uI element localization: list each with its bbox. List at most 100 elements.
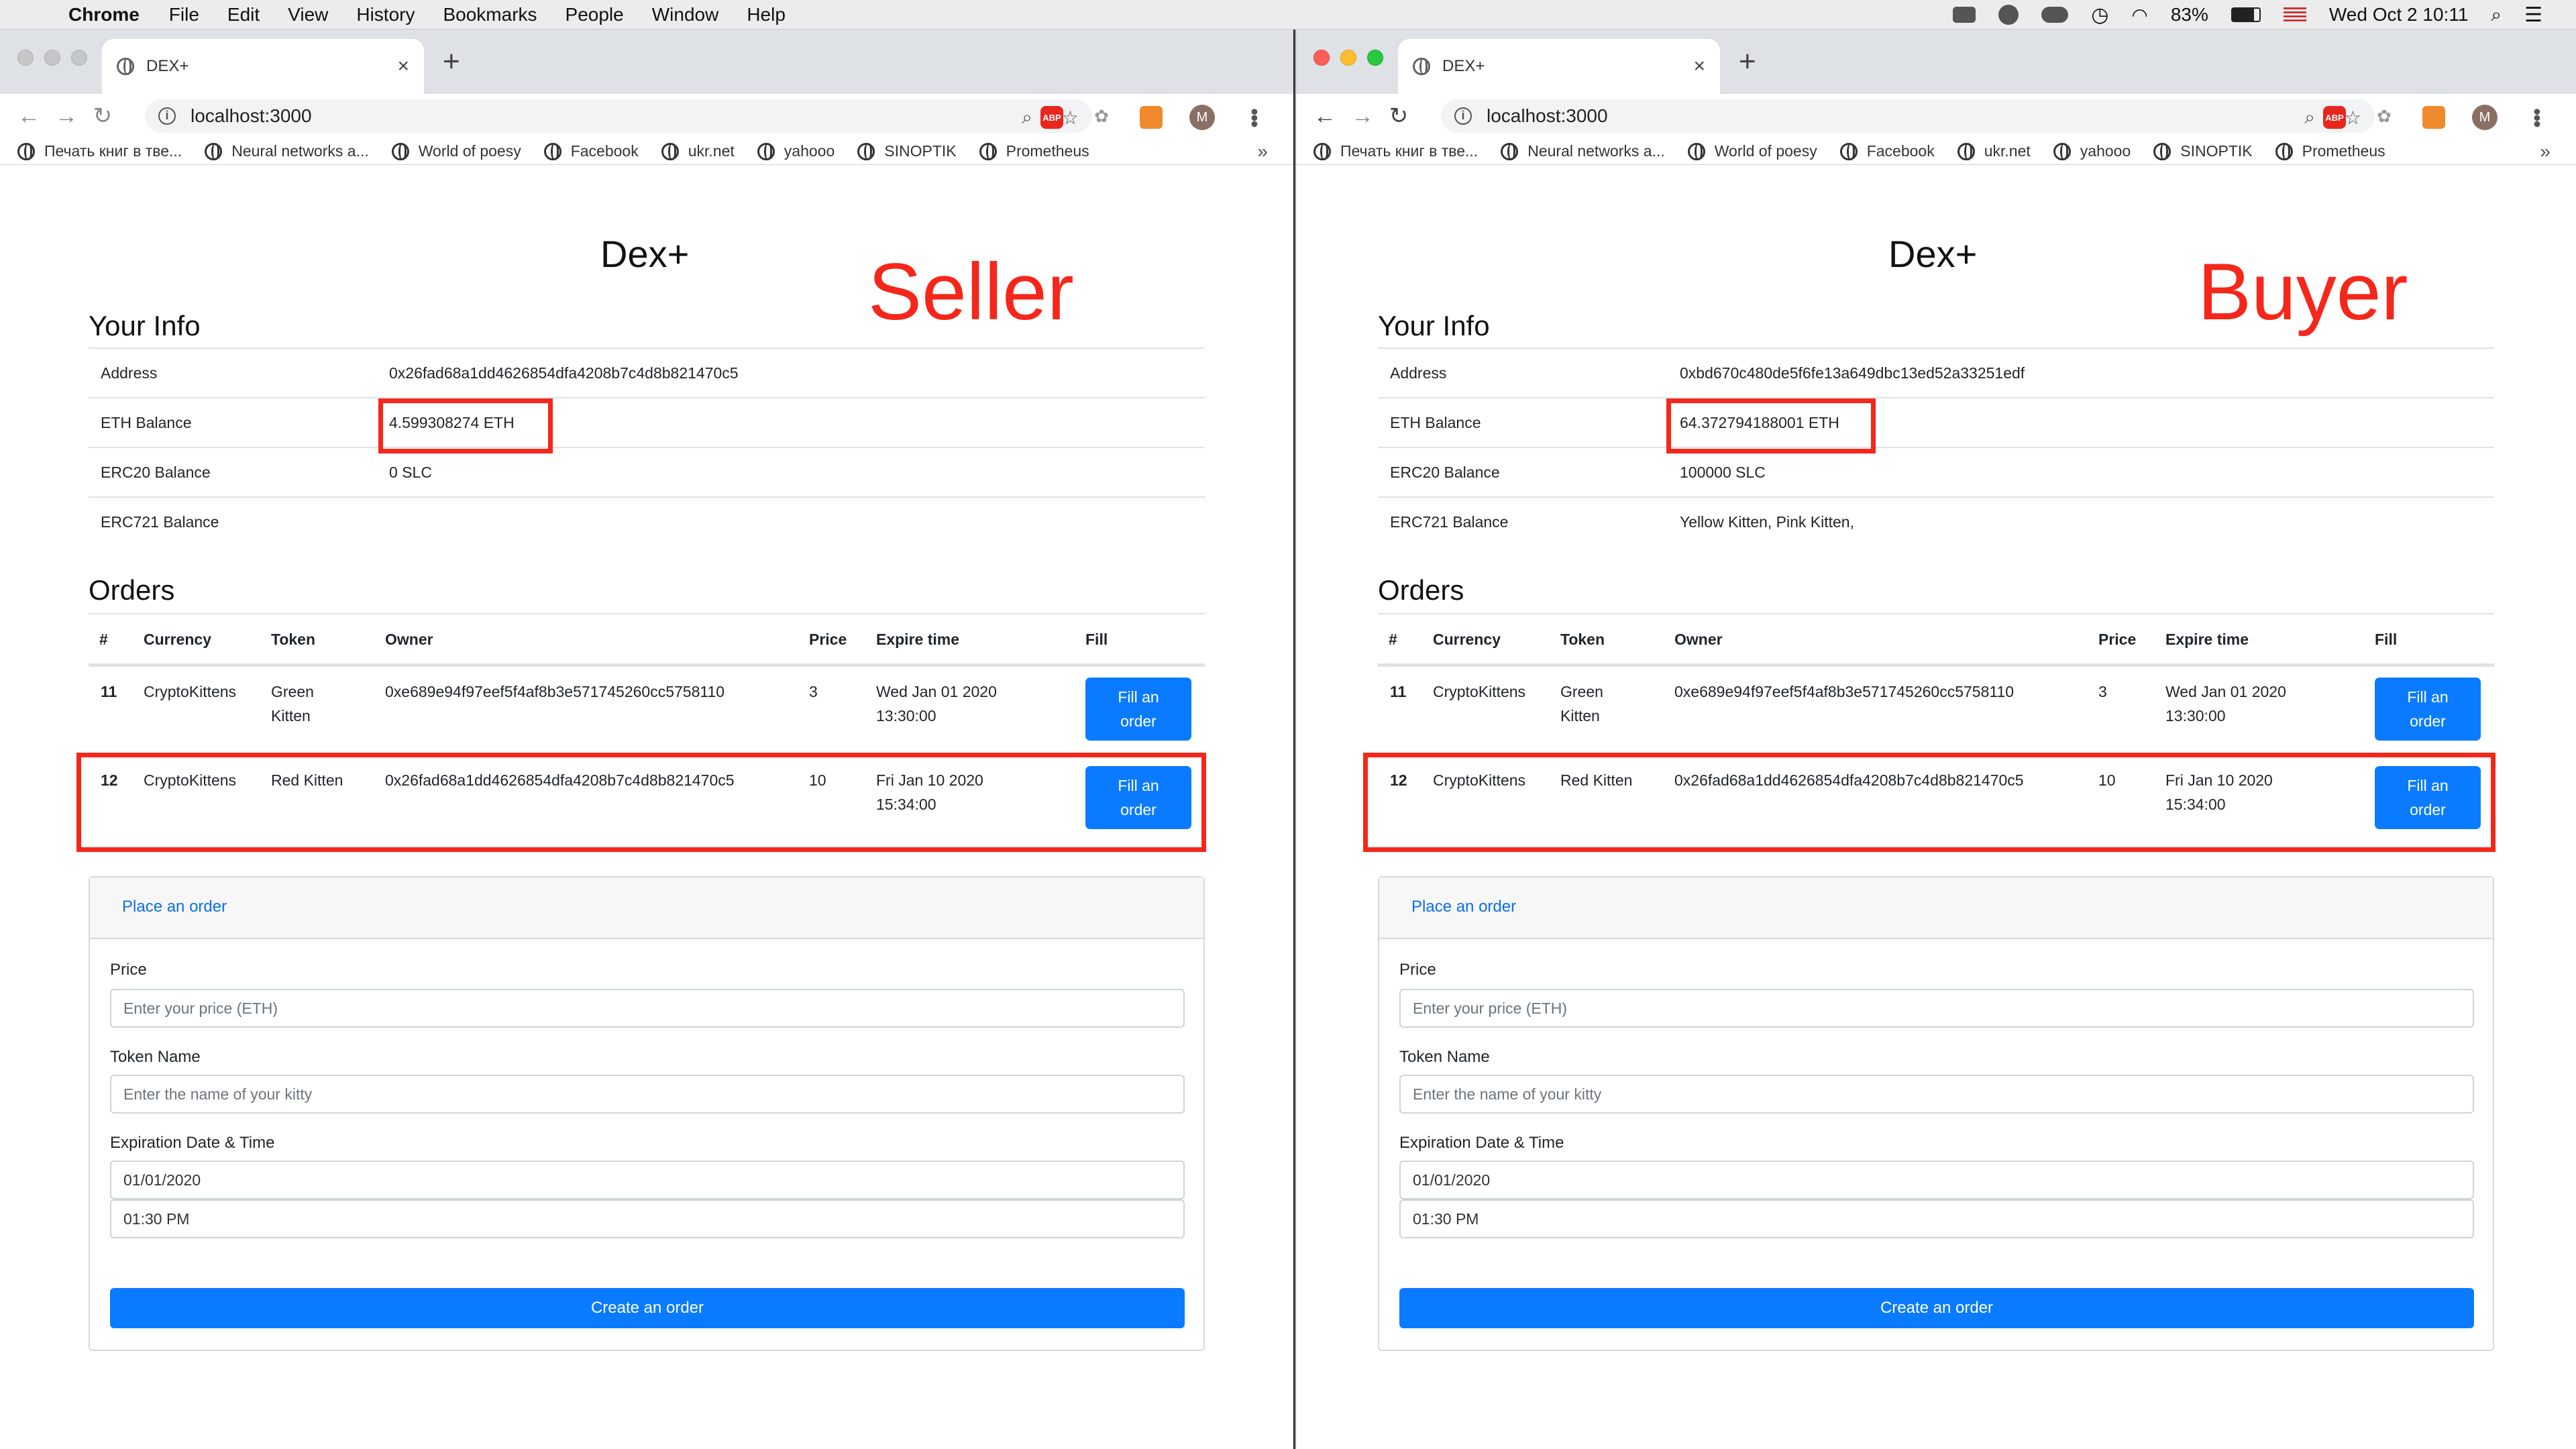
close-tab-icon[interactable]: × xyxy=(1693,55,1705,78)
create-order-button[interactable]: Create an order xyxy=(110,1288,1185,1328)
paw-extension-icon[interactable]: ✿ xyxy=(2373,106,2396,129)
menu-kebab-icon[interactable]: ••• xyxy=(2524,108,2549,127)
bookmark-item[interactable]: Prometheus xyxy=(2275,142,2385,160)
erc20-balance-value: 100000 SLC xyxy=(1680,463,1766,481)
create-order-button[interactable]: Create an order xyxy=(1399,1288,2474,1328)
minimize-window-button[interactable] xyxy=(44,50,60,66)
clock[interactable]: Wed Oct 2 10:11 xyxy=(2329,4,2469,25)
highlight-order-12 xyxy=(1363,753,2496,852)
new-tab-button[interactable]: + xyxy=(443,47,460,76)
token-name-input[interactable]: Enter the name of your kitty xyxy=(110,1075,1185,1114)
token-name-input[interactable]: Enter the name of your kitty xyxy=(1399,1075,2474,1114)
globe-icon xyxy=(857,142,875,160)
bookmark-item[interactable]: SINOPTIK xyxy=(857,142,957,160)
bookmark-item[interactable]: Prometheus xyxy=(979,142,1089,160)
time-input[interactable]: 01:30 PM xyxy=(110,1199,1185,1238)
forward-icon[interactable]: → xyxy=(55,103,78,129)
bookmark-item[interactable]: ukr.net xyxy=(661,142,735,160)
erc20-balance-value: 0 SLC xyxy=(389,463,432,481)
date-input[interactable]: 01/01/2020 xyxy=(1399,1161,2474,1199)
highlight-eth-balance xyxy=(378,398,553,453)
metamask-icon[interactable] xyxy=(2422,106,2445,129)
menu-history[interactable]: History xyxy=(356,4,415,25)
menu-window[interactable]: Window xyxy=(652,4,719,25)
bookmark-item[interactable]: SINOPTIK xyxy=(2153,142,2253,160)
spotlight-icon[interactable]: ⌕ xyxy=(2491,4,2502,26)
address-bar[interactable]: i localhost:3000 ⌕ ☆ xyxy=(1441,99,2375,133)
new-tab-button[interactable]: + xyxy=(1739,47,1756,76)
battery-percent[interactable]: 83% xyxy=(2171,4,2208,25)
creative-cloud-icon[interactable] xyxy=(1998,5,2019,25)
menu-kebab-icon[interactable]: ••• xyxy=(1242,108,1267,127)
your-info-heading: Your Info xyxy=(1378,310,1490,341)
fill-order-button[interactable]: Fill an order xyxy=(1085,678,1191,741)
back-icon[interactable]: ← xyxy=(1313,103,1336,129)
profile-avatar[interactable]: M xyxy=(2472,105,2498,130)
menu-bookmarks[interactable]: Bookmarks xyxy=(443,4,537,25)
url-text[interactable]: localhost:3000 xyxy=(191,105,312,127)
place-order-tab[interactable]: Place an order xyxy=(122,898,227,916)
minimize-window-button[interactable] xyxy=(1340,50,1356,66)
bookmark-item[interactable]: Печать книг в тве... xyxy=(1313,142,1478,160)
zoom-icon[interactable]: ⌕ xyxy=(2304,107,2315,129)
zoom-window-button[interactable] xyxy=(1367,50,1383,66)
order-owner: 0xe689e94f97eef5f4af8b3e571745260cc57581… xyxy=(1674,683,2015,700)
time-machine-icon[interactable]: ◷ xyxy=(2091,3,2108,27)
info-icon[interactable]: i xyxy=(158,107,176,125)
info-row-address: Address 0x26fad68a1dd4626854dfa4208b7c4d8… xyxy=(89,347,1205,397)
info-row-erc20: ERC20 Balance 0 SLC xyxy=(89,447,1205,496)
app-menu-chrome[interactable]: Chrome xyxy=(68,4,140,25)
bookmark-item[interactable]: Neural networks a... xyxy=(205,142,369,160)
bookmark-item[interactable]: ukr.net xyxy=(1957,142,2031,160)
close-window-button[interactable] xyxy=(17,50,34,66)
status-app-icon[interactable] xyxy=(1953,7,1976,23)
bookmark-item[interactable]: World of poesy xyxy=(1687,142,1817,160)
bookmarks-overflow[interactable]: » xyxy=(2540,141,2551,162)
info-icon[interactable]: i xyxy=(1454,107,1472,125)
time-input[interactable]: 01:30 PM xyxy=(1399,1199,2474,1238)
reload-icon[interactable]: ↻ xyxy=(93,103,113,129)
cloud-icon[interactable] xyxy=(2041,7,2069,23)
notification-center-icon[interactable]: ☰ xyxy=(2524,3,2542,27)
wifi-icon[interactable]: ◠ xyxy=(2131,4,2147,26)
place-order-tab[interactable]: Place an order xyxy=(1411,898,1516,916)
close-window-button[interactable] xyxy=(1313,50,1330,66)
zoom-window-button[interactable] xyxy=(71,50,87,66)
bookmark-item[interactable]: Facebook xyxy=(1839,142,1935,160)
address-bar[interactable]: i localhost:3000 ⌕ ☆ xyxy=(145,99,1092,133)
metamask-icon[interactable] xyxy=(1140,106,1163,129)
bookmark-item[interactable]: World of poesy xyxy=(391,142,521,160)
menu-edit[interactable]: Edit xyxy=(227,4,260,25)
forward-icon[interactable]: → xyxy=(1351,103,1374,129)
bookmark-item[interactable]: Facebook xyxy=(543,142,639,160)
reload-icon[interactable]: ↻ xyxy=(1389,103,1409,129)
menu-help[interactable]: Help xyxy=(747,4,786,25)
tab-dex[interactable]: DEX+ × xyxy=(102,39,424,94)
date-input[interactable]: 01/01/2020 xyxy=(110,1161,1185,1199)
adblock-icon[interactable]: ABP xyxy=(2323,106,2346,129)
close-tab-icon[interactable]: × xyxy=(397,55,409,78)
flag-icon[interactable] xyxy=(2283,7,2306,22)
tab-dex[interactable]: DEX+ × xyxy=(1398,39,1720,94)
url-text[interactable]: localhost:3000 xyxy=(1487,105,1608,127)
bookmark-item[interactable]: Печать книг в тве... xyxy=(17,142,182,160)
battery-icon[interactable] xyxy=(2231,7,2261,22)
zoom-icon[interactable]: ⌕ xyxy=(1022,107,1032,129)
menu-view[interactable]: View xyxy=(288,4,328,25)
col-expire: Expire time xyxy=(2165,631,2249,648)
menu-file[interactable]: File xyxy=(169,4,199,25)
fill-order-button[interactable]: Fill an order xyxy=(2375,678,2481,741)
browser-window-seller: DEX+ × + ← → ↻ i localhost:3000 ⌕ ☆ ABP ✿… xyxy=(0,30,1293,1449)
bookmark-item[interactable]: yahooo xyxy=(757,142,835,160)
profile-avatar[interactable]: M xyxy=(1189,105,1215,130)
price-input[interactable]: Enter your price (ETH) xyxy=(110,989,1185,1028)
bookmark-item[interactable]: Neural networks a... xyxy=(1501,142,1665,160)
paw-extension-icon[interactable]: ✿ xyxy=(1090,106,1113,129)
adblock-icon[interactable]: ABP xyxy=(1040,106,1063,129)
orders-table-header: # Currency Token Owner Price Expire time… xyxy=(1378,614,2494,665)
price-input[interactable]: Enter your price (ETH) xyxy=(1399,989,2474,1028)
bookmark-item[interactable]: yahooo xyxy=(2053,142,2131,160)
back-icon[interactable]: ← xyxy=(17,103,40,129)
bookmarks-overflow[interactable]: » xyxy=(1257,141,1268,162)
menu-people[interactable]: People xyxy=(566,4,624,25)
